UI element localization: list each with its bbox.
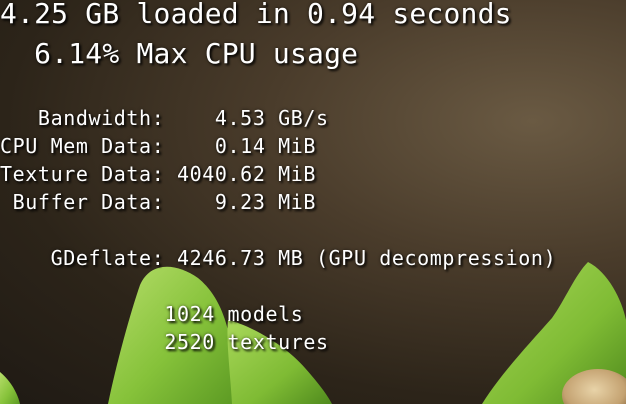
models-count: 1024 models bbox=[0, 302, 304, 326]
bandwidth-stat: Bandwidth: 4.53 GB/s bbox=[0, 106, 329, 130]
cpu-mem-stat: CPU Mem Data: 0.14 MiB bbox=[0, 134, 317, 158]
texture-data-stat: Texture Data: 4040.62 MiB bbox=[0, 162, 317, 186]
gdeflate-stat: GDeflate: 4246.73 MB (GPU decompression) bbox=[0, 246, 557, 270]
cpu-usage: 6.14% Max CPU usage bbox=[0, 37, 359, 70]
load-summary: 4.25 GB loaded in 0.94 seconds bbox=[0, 0, 512, 30]
buffer-data-stat: Buffer Data: 9.23 MiB bbox=[0, 190, 317, 214]
avocado-left-piece bbox=[0, 372, 20, 404]
textures-count: 2520 textures bbox=[0, 330, 329, 354]
